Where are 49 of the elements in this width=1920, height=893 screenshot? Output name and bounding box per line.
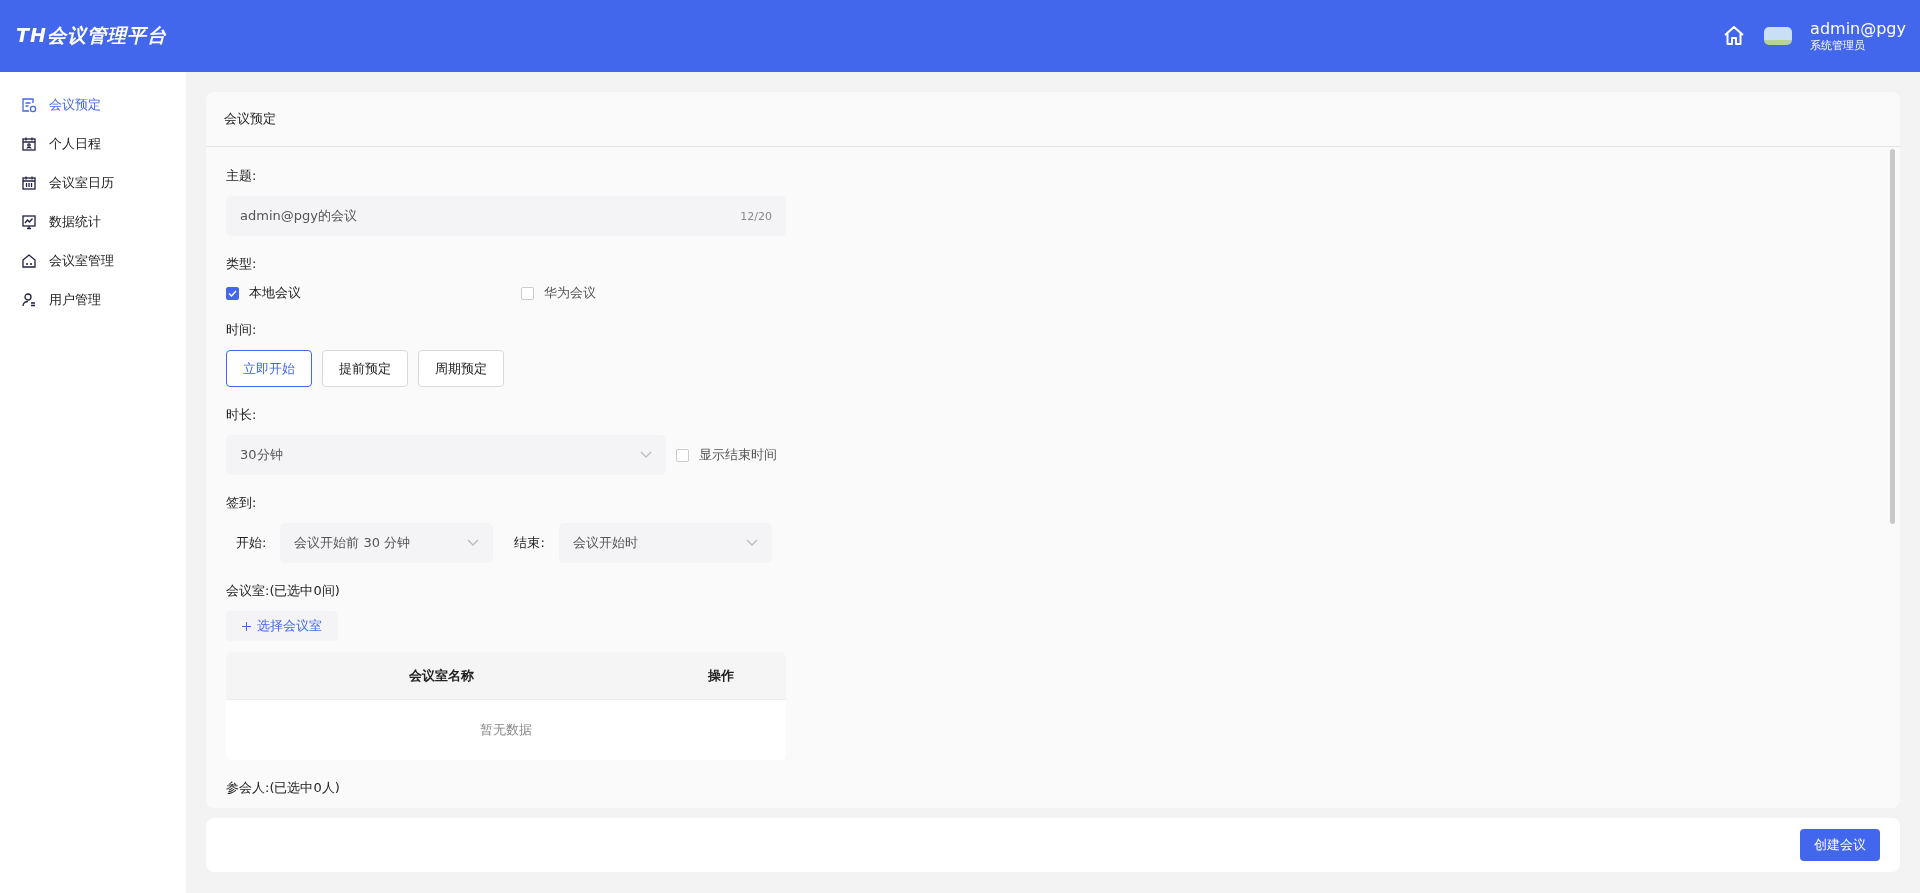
- subject-input-field[interactable]: admin@pgy的会议 12/20: [226, 196, 786, 236]
- house-icon: [21, 252, 37, 269]
- monitor-chart-icon: [21, 213, 37, 230]
- field-label: 签到:: [226, 494, 257, 512]
- chevron-down-icon: [745, 539, 758, 547]
- field-label: 结束:: [513, 534, 546, 552]
- scrollbar-thumb[interactable]: [1890, 149, 1895, 524]
- sidebar-item[interactable]: 用户管理: [0, 280, 186, 319]
- sidebar-item[interactable]: 个人日程: [0, 124, 186, 163]
- sidebar-item[interactable]: 会议室日历: [0, 163, 186, 202]
- select-room-button[interactable]: 选择会议室: [226, 611, 338, 641]
- field-label: 参会人:(已选中0人): [226, 779, 340, 797]
- duration-select[interactable]: 30分钟: [226, 435, 666, 475]
- create-meeting-button[interactable]: 创建会议: [1800, 829, 1880, 861]
- field-label: 主题:: [226, 167, 257, 185]
- column-header: 会议室名称: [407, 666, 475, 685]
- char-count: 12/20: [740, 209, 772, 223]
- sidebar-item[interactable]: 数据统计: [0, 202, 186, 241]
- sidebar-item[interactable]: 会议预定: [0, 85, 186, 124]
- time-option-button[interactable]: 周期预定: [418, 350, 504, 387]
- user-icon: [21, 291, 37, 308]
- check-icon: [228, 289, 237, 297]
- chevron-down-icon: [640, 451, 652, 459]
- user-name: admin@pgy: [1810, 19, 1906, 38]
- card-title: 会议预定: [224, 110, 276, 128]
- avatar-image: [1764, 27, 1793, 45]
- end-select[interactable]: 会议开始时: [558, 523, 772, 563]
- start-select[interactable]: 会议开始前 30 分钟: [280, 523, 494, 563]
- time-option-button[interactable]: 立即开始: [226, 350, 312, 387]
- checkbox-label: 华为会议: [544, 284, 596, 302]
- field-label: 时长:: [226, 406, 257, 424]
- chevron-down-icon: [467, 539, 480, 547]
- checkbox-label: 本地会议: [249, 284, 301, 302]
- app-logo: TH会议管理平台: [16, 23, 167, 48]
- calendar-icon: [21, 135, 37, 152]
- field-label: 会议室:(已选中0间): [226, 582, 340, 600]
- field-label: 类型:: [226, 255, 257, 273]
- checkbox[interactable]: [226, 286, 239, 300]
- sidebar-item[interactable]: 会议室管理: [0, 241, 186, 280]
- user-role: 系统管理员: [1810, 38, 1867, 53]
- empty-message: 暂无数据: [480, 721, 532, 739]
- checkbox-label: 显示结束时间: [699, 446, 777, 464]
- field-label: 时间:: [226, 321, 257, 339]
- form-icon: [21, 96, 37, 113]
- field-label: 开始:: [235, 534, 268, 552]
- column-header: 操作: [707, 666, 735, 685]
- time-option-button[interactable]: 提前预定: [322, 350, 408, 387]
- plus-icon: [242, 621, 251, 631]
- calendar-icon: [21, 174, 37, 191]
